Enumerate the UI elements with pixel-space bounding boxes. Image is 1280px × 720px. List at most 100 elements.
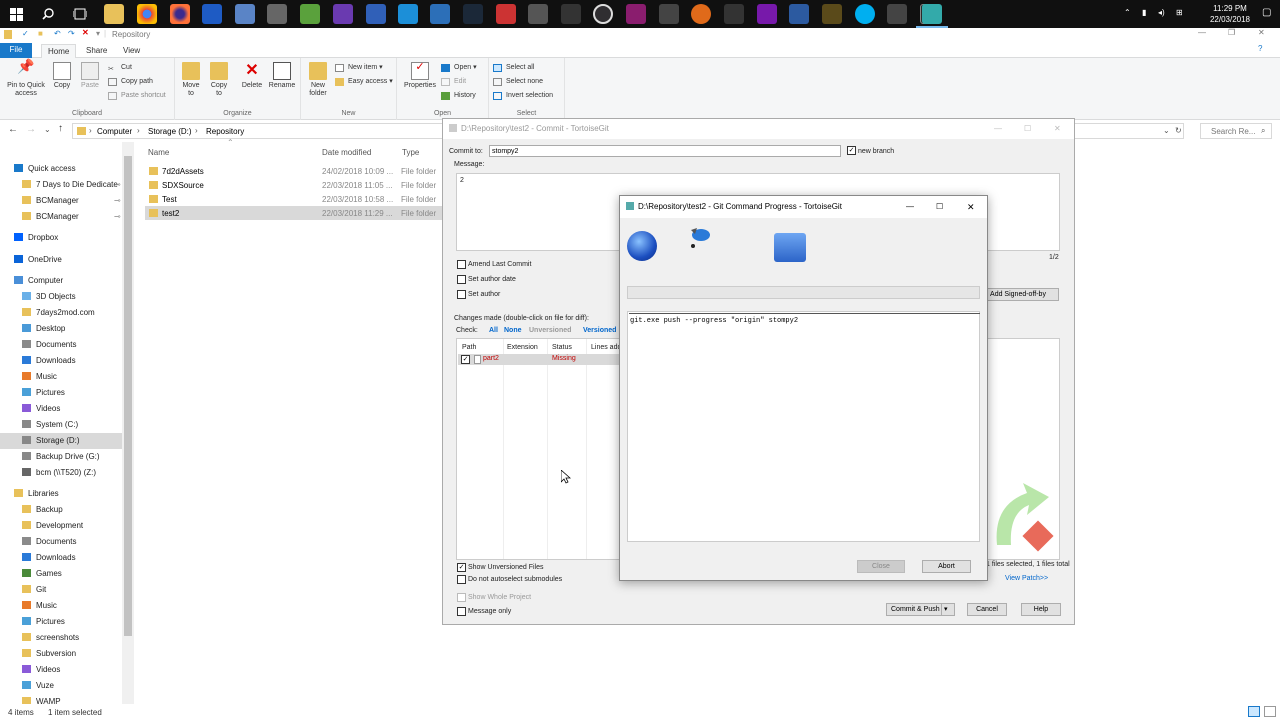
- skype-icon[interactable]: [855, 4, 875, 24]
- language-icon[interactable]: ⊞: [1176, 8, 1183, 17]
- app-icon[interactable]: [528, 4, 548, 24]
- app-icon[interactable]: [561, 4, 581, 24]
- details-view-icon[interactable]: [1248, 706, 1260, 717]
- close-button[interactable]: Close: [857, 560, 905, 573]
- maximize-icon[interactable]: ☐: [1024, 119, 1031, 139]
- close-icon[interactable]: ✕: [967, 196, 975, 218]
- chevron-up-icon[interactable]: ⌃: [1124, 8, 1131, 17]
- network-icon[interactable]: ▮: [1142, 8, 1146, 17]
- add-signed-off-button[interactable]: Add Signed-off-by: [977, 288, 1059, 301]
- windows-start-icon[interactable]: [6, 4, 26, 24]
- col-lines-added[interactable]: Lines add: [591, 344, 621, 351]
- view-patch-link[interactable]: View Patch>>: [1005, 575, 1048, 582]
- nav-item[interactable]: Pictures: [0, 614, 122, 630]
- onenote-icon[interactable]: [757, 4, 777, 24]
- nav-item[interactable]: OneDrive: [0, 252, 122, 268]
- nav-item[interactable]: BCManager ⊸: [0, 209, 122, 225]
- author-date-checkbox[interactable]: [457, 275, 466, 284]
- chevron-down-icon[interactable]: ▾: [96, 29, 100, 38]
- properties-icon[interactable]: ✓: [22, 29, 29, 38]
- scroll-thumb[interactable]: [124, 156, 132, 636]
- nav-item[interactable]: Backup Drive (G:): [0, 449, 122, 465]
- minimize-icon[interactable]: —: [906, 196, 914, 218]
- search-box[interactable]: Search Re... ⌕: [1200, 123, 1272, 139]
- branch-input[interactable]: [489, 145, 841, 157]
- obs-icon[interactable]: [593, 4, 613, 24]
- table-row[interactable]: SDXSource 22/03/2018 11:05 ... File folder: [145, 178, 445, 192]
- recent-locations-icon[interactable]: ⌄: [44, 125, 51, 134]
- copy-button[interactable]: Copy: [50, 62, 74, 90]
- nav-item[interactable]: Git: [0, 582, 122, 598]
- maximize-icon[interactable]: ☐: [936, 196, 943, 218]
- table-row[interactable]: ✓ part2 Missing: [458, 354, 628, 365]
- nav-item[interactable]: 7days2mod.com: [0, 305, 122, 321]
- pin-icon[interactable]: ⊸: [114, 177, 121, 193]
- easy-access-button[interactable]: Easy access ▾: [335, 76, 393, 88]
- check-all-link[interactable]: All: [489, 327, 498, 334]
- clock[interactable]: 11:29 PM 22/03/2018: [1206, 3, 1254, 25]
- nav-item[interactable]: Vuze: [0, 678, 122, 694]
- back-icon[interactable]: ←: [8, 124, 18, 135]
- paste-shortcut-button[interactable]: Paste shortcut: [108, 90, 166, 102]
- nav-item[interactable]: Music: [0, 369, 122, 385]
- delete-icon[interactable]: ✕: [82, 28, 89, 37]
- file-checkbox[interactable]: ✓: [461, 355, 470, 364]
- volume-icon[interactable]: ◂): [1158, 8, 1165, 17]
- nav-item[interactable]: Libraries: [0, 486, 122, 502]
- refresh-icon[interactable]: ↻: [1175, 126, 1182, 135]
- chevron-down-icon[interactable]: ⌄: [1163, 126, 1170, 135]
- breadcrumb-repository[interactable]: Repository: [206, 127, 244, 136]
- nav-item[interactable]: Dropbox: [0, 230, 122, 246]
- new-item-button[interactable]: New item ▾: [335, 62, 383, 74]
- close-icon[interactable]: ✕: [1054, 119, 1061, 139]
- move-to-button[interactable]: Move to: [179, 62, 203, 98]
- abort-button[interactable]: Abort: [922, 560, 971, 573]
- search-icon[interactable]: [38, 4, 58, 24]
- vs-code-icon[interactable]: [626, 4, 646, 24]
- nav-item[interactable]: Videos: [0, 401, 122, 417]
- nav-scrollbar[interactable]: [122, 142, 134, 704]
- tab-home[interactable]: Home: [41, 44, 77, 58]
- tab-view[interactable]: View: [117, 44, 146, 58]
- tab-file[interactable]: File: [0, 43, 32, 58]
- history-button[interactable]: History: [441, 90, 476, 102]
- redo-icon[interactable]: ↷: [68, 29, 75, 38]
- app-icon[interactable]: [496, 4, 516, 24]
- app-icon[interactable]: [691, 4, 711, 24]
- nav-item[interactable]: Downloads: [0, 550, 122, 566]
- nav-item[interactable]: Games: [0, 566, 122, 582]
- table-row[interactable]: 7d2dAssets 24/02/2018 10:09 ... File folde…: [145, 164, 445, 178]
- nav-item[interactable]: 3D Objects: [0, 289, 122, 305]
- invert-selection-button[interactable]: Invert selection: [493, 90, 553, 102]
- nav-item[interactable]: BCManager ⊸: [0, 193, 122, 209]
- table-row[interactable]: Test 22/03/2018 10:58 ... File folder: [145, 192, 445, 206]
- nav-item[interactable]: WAMP: [0, 694, 122, 704]
- breadcrumb-storage[interactable]: Storage (D:): [148, 127, 192, 136]
- nav-item[interactable]: bcm (\\T520) (Z:): [0, 465, 122, 481]
- thunderbird-icon[interactable]: [235, 4, 255, 24]
- open-button[interactable]: Open ▾: [441, 62, 477, 74]
- minimize-icon[interactable]: —: [1198, 28, 1206, 37]
- large-icons-view-icon[interactable]: [1264, 706, 1276, 717]
- rename-button[interactable]: Rename: [267, 62, 297, 90]
- nav-item[interactable]: screenshots: [0, 630, 122, 646]
- close-icon[interactable]: ✕: [1258, 28, 1265, 37]
- command-output[interactable]: git.exe push --progress "origin" stompy2: [627, 311, 980, 542]
- chrome-icon[interactable]: [137, 4, 157, 24]
- no-autoselect-checkbox[interactable]: [457, 575, 466, 584]
- nav-item[interactable]: Documents: [0, 534, 122, 550]
- copy-path-button[interactable]: Copy path: [108, 76, 153, 88]
- column-date[interactable]: Date modified: [322, 148, 371, 157]
- show-unversioned-checkbox[interactable]: ✓: [457, 563, 466, 572]
- pin-icon[interactable]: ⊸: [114, 193, 121, 209]
- check-versioned-link[interactable]: Versioned: [583, 327, 616, 334]
- undo-icon[interactable]: ↶: [54, 29, 61, 38]
- column-name[interactable]: Name: [148, 148, 169, 157]
- check-unversioned-link[interactable]: Unversioned: [529, 327, 571, 334]
- nav-item[interactable]: 7 Days to Die Dedicate ⊸: [0, 177, 122, 193]
- copy-to-button[interactable]: Copy to: [207, 62, 231, 98]
- cut-button[interactable]: ✂ Cut: [108, 62, 132, 74]
- new-folder-icon[interactable]: ■: [38, 29, 43, 38]
- nav-item[interactable]: Videos: [0, 662, 122, 678]
- show-whole-project-checkbox[interactable]: [457, 593, 466, 602]
